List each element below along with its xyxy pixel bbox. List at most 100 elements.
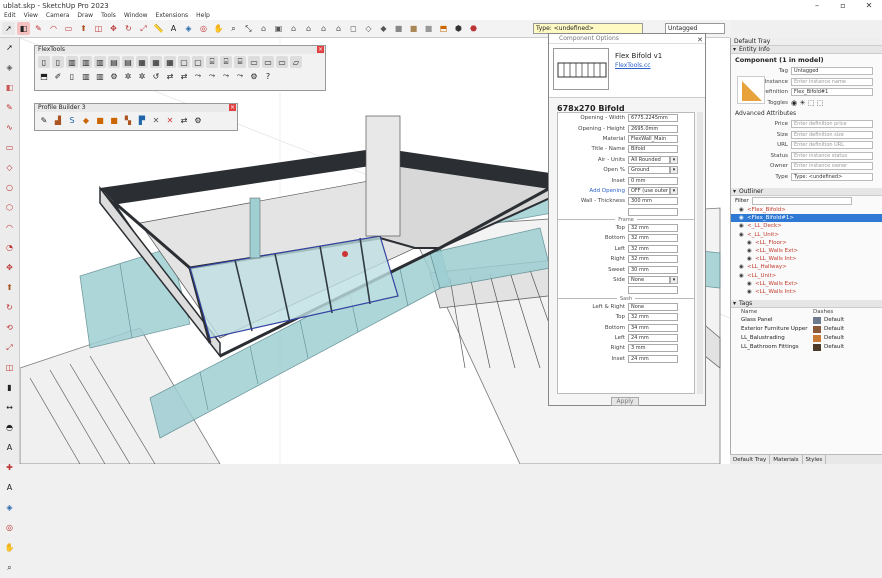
outliner-row[interactable]: ◉ <LL_Hallway> [731, 263, 882, 271]
frame-bottom-input[interactable]: 32 mm [628, 234, 678, 243]
paint-bucket-icon[interactable]: ◈ [182, 22, 195, 35]
rotate-tool-icon[interactable]: ↻ [3, 301, 16, 314]
tab-materials[interactable]: Materials [770, 455, 803, 464]
eye-icon[interactable]: ◉ [747, 255, 755, 263]
follow-me-icon[interactable]: ⟲ [3, 321, 16, 334]
flex-slider-icon[interactable]: ▦ [150, 56, 162, 68]
select-tool-icon[interactable]: ➚ [2, 22, 15, 35]
wall-thickness-input[interactable]: 300 mm [628, 197, 678, 206]
menu-help[interactable]: Help [192, 12, 214, 20]
scale-tool-icon[interactable]: ⤢ [3, 341, 16, 354]
scale-tool-icon[interactable]: ⤢ [137, 22, 150, 35]
air-units-select[interactable]: All Rounded [628, 155, 670, 164]
frame-right-input[interactable]: 32 mm [628, 255, 678, 264]
shaded-icon[interactable]: ■ [392, 22, 405, 35]
close-icon[interactable]: × [229, 104, 236, 111]
flex-door-icon[interactable]: ▯ [38, 56, 50, 68]
flex-stair-icon[interactable]: ⌸ [220, 56, 232, 68]
tag-color-swatch[interactable] [813, 344, 821, 352]
protractor-icon[interactable]: ◓ [3, 421, 16, 434]
zoom-icon[interactable]: ⌕ [227, 22, 240, 35]
material-input[interactable]: FlexWall_Main [628, 134, 678, 143]
flex-undo-icon[interactable]: ↺ [150, 70, 162, 82]
add-opening-select[interactable]: OFF (use outer [628, 186, 670, 195]
eye-icon[interactable]: ◉ [747, 280, 755, 288]
component-link[interactable]: FlexTools.cc [615, 62, 662, 69]
xray-icon[interactable]: ◻ [347, 22, 360, 35]
profile-build-icon[interactable]: ▟ [52, 114, 64, 126]
warehouse-icon[interactable]: ⬢ [452, 22, 465, 35]
sash-left-input[interactable]: 24 mm [628, 334, 678, 342]
tab-default-tray[interactable]: Default Tray [730, 455, 771, 464]
pushpull-icon[interactable]: ⬆ [3, 281, 16, 294]
menu-tools[interactable]: Tools [97, 12, 120, 20]
tags-header[interactable]: Tags [731, 300, 882, 309]
tag-row[interactable]: Exterior Furniture Upper Default [731, 325, 882, 334]
offset-icon[interactable]: ◫ [3, 361, 16, 374]
left-view-icon[interactable]: ⌂ [332, 22, 345, 35]
menu-draw[interactable]: Draw [73, 12, 97, 20]
hidden-line-icon[interactable]: ◆ [377, 22, 390, 35]
paint-bucket-icon[interactable]: ◈ [3, 501, 16, 514]
chevron-down-icon[interactable]: ▾ [670, 276, 678, 285]
tape-measure-icon[interactable]: ▮ [3, 381, 16, 394]
tab-styles[interactable]: Styles [803, 455, 827, 464]
tape-measure-icon[interactable]: 📏 [152, 22, 165, 35]
outliner-row-selected[interactable]: ◉ <Flex_Bifold#1> [731, 214, 882, 223]
eye-icon[interactable]: ◉ [747, 239, 755, 247]
sash-inset-input[interactable]: 24 mm [628, 354, 678, 363]
select-tool-icon[interactable]: ➚ [3, 41, 16, 54]
flex-tool-icon[interactable]: ⤳ [192, 70, 204, 82]
flex-tool-icon[interactable]: ⤳ [220, 70, 232, 82]
frame-left-input[interactable]: 32 mm [628, 244, 678, 253]
url-input[interactable]: Enter definition URL [791, 141, 873, 150]
type-select[interactable]: Type: <undefined> [791, 172, 873, 181]
chevron-down-icon[interactable]: ▾ [670, 186, 678, 195]
rectangle-tool-icon[interactable]: ▭ [3, 141, 16, 154]
scrollbar[interactable] [697, 112, 703, 394]
profile-assembly-icon[interactable]: ◆ [80, 114, 92, 126]
tag-color-swatch[interactable] [813, 317, 821, 325]
flex-opening-icon[interactable]: ▢ [178, 56, 190, 68]
eye-icon[interactable]: ◉ [739, 272, 747, 280]
flex-slider-icon[interactable]: ▦ [136, 56, 148, 68]
3d-text-icon[interactable]: A [3, 481, 16, 494]
opening-width-input[interactable]: 6775.2245mm [628, 114, 678, 123]
flex-bifold-icon[interactable]: ▤ [108, 56, 120, 68]
frame-sweet-input[interactable]: 30 mm [628, 265, 678, 274]
flex-cabinet-icon[interactable]: ▭ [248, 56, 260, 68]
help-icon[interactable]: ? [262, 70, 274, 82]
outliner-row[interactable]: ◉ <LL_Unit> [731, 272, 882, 280]
inset-input[interactable]: 0 mm [628, 176, 678, 185]
dimension-icon[interactable]: ↔ [3, 401, 16, 414]
close-icon[interactable]: ✕ [697, 35, 703, 45]
eye-icon[interactable]: ◉ [739, 206, 747, 214]
flex-swap-icon[interactable]: ⇄ [164, 70, 176, 82]
flex-window-icon[interactable]: ▥ [94, 70, 106, 82]
pie-tool-icon[interactable]: ◔ [3, 241, 16, 254]
chevron-down-icon[interactable]: ▾ [670, 166, 678, 175]
zoom-extents-icon[interactable]: ⤡ [242, 22, 255, 35]
frame-side-select[interactable]: None [628, 276, 670, 285]
tag-select[interactable]: Untagged [791, 67, 873, 76]
owner-input[interactable]: Enter instance owner [791, 162, 873, 171]
flex-door-icon[interactable]: ▯ [52, 56, 64, 68]
profile-intersect-icon[interactable]: ✕ [164, 114, 176, 126]
axes-icon[interactable]: ✚ [3, 461, 16, 474]
profile-cut-icon[interactable]: ✕ [150, 114, 162, 126]
apply-button[interactable]: Apply [611, 397, 639, 406]
size-input[interactable]: Enter definition size [791, 130, 873, 139]
status-input[interactable]: Enter instance status [791, 151, 873, 160]
front-view-icon[interactable]: ⌂ [287, 22, 300, 35]
sash-right-input[interactable]: 3 mm [628, 344, 678, 353]
flex-stair-icon[interactable]: ⌸ [234, 56, 246, 68]
title-name-input[interactable]: Bifold [628, 145, 678, 154]
iso-view-icon[interactable]: ⌂ [257, 22, 270, 35]
make-component-icon[interactable]: ◈ [3, 61, 16, 74]
eye-icon[interactable]: ◉ [739, 263, 747, 271]
flex-tools-icon[interactable]: ✲ [136, 70, 148, 82]
flex-tool-icon[interactable]: ⤳ [234, 70, 246, 82]
zoom-icon[interactable]: ⌕ [3, 561, 16, 574]
settings-icon[interactable]: ⚙ [248, 70, 260, 82]
outliner-row[interactable]: ◉ <LL_Walls Ext> [731, 280, 882, 288]
